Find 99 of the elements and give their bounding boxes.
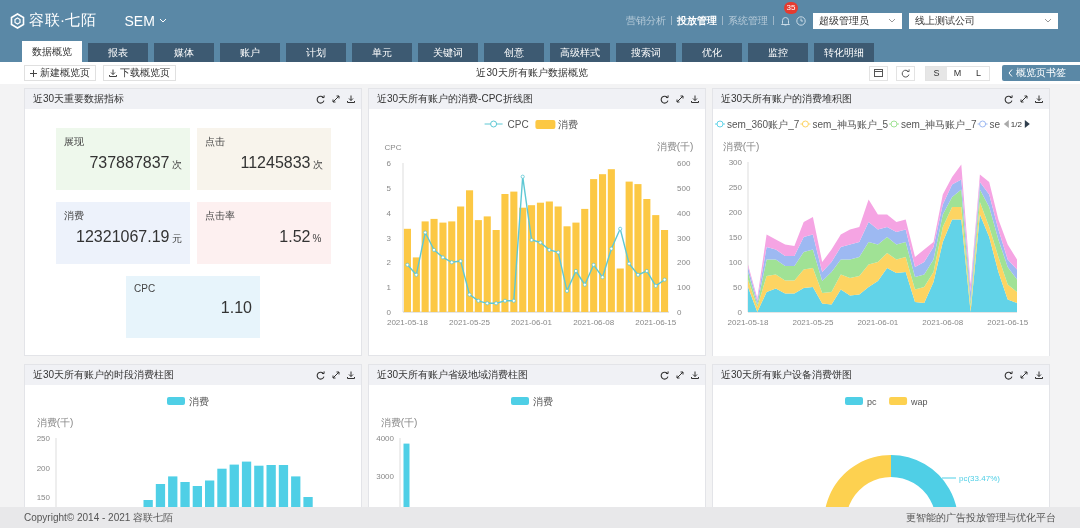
metric-unit: %	[312, 233, 323, 244]
legend-label: 消费	[533, 396, 553, 407]
panel-title: 近30天所有账户的时段消费柱图	[33, 368, 176, 382]
notification-badge: 35	[784, 1, 798, 14]
tick-label: 2021-06-01	[511, 318, 553, 327]
nav-tab[interactable]: 高级样式	[550, 43, 610, 62]
metric-label: CPC	[134, 283, 157, 294]
tick-label: 50	[733, 283, 742, 292]
product-dropdown[interactable]: SEM	[124, 12, 167, 29]
tick-label: 200	[728, 208, 742, 217]
metric-value: 1.52	[279, 228, 311, 246]
nav-tab[interactable]: 搜索词	[616, 43, 676, 62]
metric-value: 11245833	[240, 154, 311, 172]
legend-label: wap	[911, 397, 928, 407]
tick-label: 2021-06-08	[573, 318, 615, 327]
tick-label: 300	[677, 233, 691, 243]
panel-title: 近30天所有账户省级地域消费柱图	[377, 368, 530, 382]
tick-label: 2021-05-25	[449, 318, 490, 327]
tick-label: 100	[677, 283, 691, 293]
nav-tab[interactable]: 数据概览	[22, 41, 82, 62]
nav-link[interactable]: 投放管理	[672, 13, 722, 28]
tick-label: 400	[677, 208, 691, 218]
tick-label: 250	[728, 183, 742, 192]
page-indicator: 1/2	[1010, 120, 1022, 129]
nav-tab[interactable]: 转化明细	[814, 43, 874, 62]
panel-title: 近30天重要数据指标	[33, 92, 126, 106]
tick-label: 100	[728, 258, 742, 267]
metric-label: 点击	[204, 135, 226, 149]
toolbar-button[interactable]: 新建概览页	[24, 65, 96, 81]
logo-text: 容联·七陌	[29, 11, 97, 30]
tick-label: 2021-06-08	[922, 318, 964, 327]
role-select[interactable]: 超级管理员	[813, 12, 902, 29]
axis-title: 消费(千)	[380, 417, 418, 428]
legend-label: CPC	[507, 119, 529, 130]
metric-label: 展现	[63, 135, 85, 149]
size-toggle[interactable]: S	[926, 66, 947, 80]
legend-label: 消费	[189, 396, 209, 407]
metric-value: 1.10	[220, 299, 252, 317]
nav-tab[interactable]: 单元	[352, 43, 412, 62]
tick-label: 200	[677, 258, 691, 268]
axis-title: 消费(千)	[722, 141, 760, 152]
legend-label: sem_神马账户_7	[901, 119, 977, 130]
legend-label: se	[989, 119, 1001, 130]
metric-label: 点击率	[204, 209, 236, 223]
axis-title: 消费(千)	[656, 141, 694, 152]
metric-unit: 次	[312, 158, 323, 172]
tick-label: 300	[728, 158, 742, 167]
tick-label: 1	[386, 283, 391, 293]
nav-tab[interactable]: 监控	[748, 43, 808, 62]
legend-label: 消费	[558, 119, 579, 130]
tick-label: 150	[728, 233, 742, 242]
nav-tab[interactable]: 媒体	[154, 43, 214, 62]
axis-title: CPC	[384, 143, 402, 152]
toolbar-button[interactable]: 下载概览页	[103, 65, 176, 81]
tick-label: 3000	[376, 471, 394, 481]
tick-label: 0	[677, 308, 682, 317]
panel-title: 近30天所有账户的消费堆积图	[721, 92, 854, 106]
slogan-text: 更智能的广告投放管理与优化平台	[906, 510, 1056, 525]
nav-tab[interactable]: 账户	[220, 43, 280, 62]
tick-label: 2021-06-01	[857, 318, 899, 327]
nav-tab[interactable]: 创意	[484, 43, 544, 62]
legend-label: pc	[867, 397, 877, 407]
page-title: 近30天所有账户数据概览	[476, 66, 588, 80]
nav-tab[interactable]: 优化	[682, 43, 742, 62]
tick-label: 600	[677, 159, 691, 168]
tick-label: 2021-05-18	[727, 318, 769, 327]
tick-label: 0	[386, 308, 391, 317]
tick-label: 2021-06-15	[987, 318, 1029, 327]
metric-label: 消费	[63, 209, 85, 223]
tick-label: 0	[737, 308, 742, 317]
metric-value: 12321067.19	[76, 228, 170, 246]
data-label: pc(33.47%)	[959, 474, 1000, 483]
nav-tab[interactable]: 报表	[88, 43, 148, 62]
copyright-text: Copyright© 2014 - 2021 容联七陌	[24, 510, 174, 525]
metric-value: 737887837	[89, 154, 170, 172]
tick-label: 500	[677, 183, 691, 193]
tick-label: 2021-05-25	[792, 318, 834, 327]
tick-label: 2	[386, 258, 391, 268]
tick-label: 200	[36, 463, 50, 473]
tick-label: 150	[36, 493, 50, 502]
nav-tab[interactable]: 关键词	[418, 43, 478, 62]
panel-title: 近30天所有账户设备消费饼图	[721, 368, 854, 382]
metric-unit: 元	[171, 232, 182, 246]
tick-label: 5	[386, 183, 391, 193]
tick-label: 4	[386, 208, 391, 218]
tick-label: 2021-06-15	[635, 318, 677, 327]
legend-label: sem_神马账户_5	[812, 119, 888, 130]
metric-unit: 次	[171, 158, 182, 172]
tick-label: 4000	[376, 434, 394, 443]
nav-tab[interactable]: 计划	[286, 43, 346, 62]
tick-label: 2021-05-18	[386, 318, 428, 327]
legend-label: sem_360账户_7	[727, 119, 800, 130]
tick-label: 250	[36, 434, 50, 443]
company-select[interactable]: 线上测试公司	[909, 12, 1058, 29]
tick-label: 3	[386, 233, 391, 243]
tick-label: 6	[386, 159, 391, 168]
panel-title: 近30天所有账户的消费-CPC折线图	[377, 92, 534, 106]
bookmark-button[interactable]: 概览页书签	[1002, 65, 1080, 81]
axis-title: 消费(千)	[36, 417, 74, 428]
